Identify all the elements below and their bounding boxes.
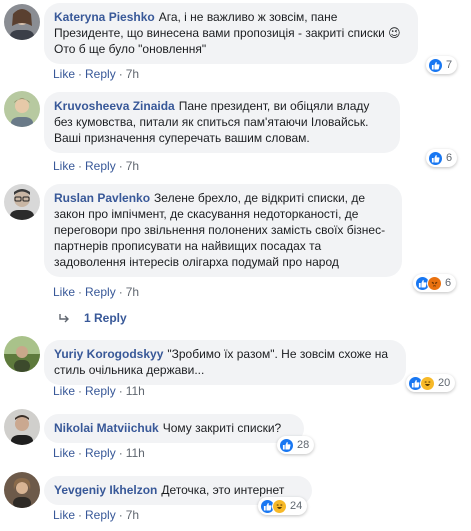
avatar[interactable] [4, 91, 40, 127]
reply-button[interactable]: Reply [85, 384, 116, 398]
reaction-count: 20 [438, 377, 451, 389]
comment-author[interactable]: Kruvosheeva Zinaida [54, 99, 175, 113]
comment-bubble: Nikolai Matviichuk Чому закриті списки? [44, 414, 304, 443]
reaction-count: 28 [297, 439, 310, 451]
reaction-count: 24 [290, 500, 303, 512]
avatar[interactable] [4, 409, 40, 445]
reaction-summary[interactable]: 6 [426, 149, 458, 167]
comment-actions: Like · Reply · 7h [53, 508, 140, 522]
comment-text: Деточка, это интернет [161, 483, 285, 497]
like-button[interactable]: Like [53, 159, 75, 173]
like-button[interactable]: Like [53, 384, 75, 398]
reaction-summary[interactable]: 20 [406, 374, 456, 392]
comment-author[interactable]: Nikolai Matviichuk [54, 421, 159, 435]
comment-author[interactable]: Yuriy Korogodskyy [54, 347, 163, 361]
reaction-summary[interactable]: 7 [426, 56, 458, 74]
reply-button[interactable]: Reply [85, 508, 116, 522]
reaction-count: 6 [445, 277, 452, 289]
like-button[interactable]: Like [53, 67, 75, 81]
comment-actions: Like · Reply · 11h [53, 384, 145, 398]
reaction-summary[interactable]: 28 [277, 436, 315, 454]
reply-button[interactable]: Reply [85, 67, 116, 81]
comment-actions: Like · Reply · 7h [53, 159, 140, 173]
comment-bubble: Ruslan Pavlenko Зелене брехло, де відкрит… [44, 184, 402, 277]
comment-bubble: Kateryna Pieshko Ага, і не важливо ж зовс… [44, 3, 418, 64]
like-button[interactable]: Like [53, 285, 75, 299]
comment-text: Чому закриті списки? [162, 421, 282, 435]
comment-actions: Like · Reply · 11h [53, 446, 145, 460]
comment-author[interactable]: Yevgeniy Ikhelzon [54, 483, 157, 497]
thumbs-up-icon [279, 437, 294, 453]
avatar[interactable] [4, 472, 40, 508]
reaction-count: 6 [446, 152, 453, 164]
like-button[interactable]: Like [53, 508, 75, 522]
reply-arrow-icon [59, 314, 69, 323]
reply-button[interactable]: Reply [85, 159, 116, 173]
avatar[interactable] [4, 4, 40, 40]
comment-actions: Like · Reply · 7h [53, 285, 140, 299]
angry-face-icon [427, 275, 442, 291]
replies-count-label: 1 Reply [84, 311, 127, 325]
comment-bubble: Kruvosheeva Zinaida Пане президент, ви об… [44, 92, 400, 153]
avatar[interactable] [4, 184, 40, 220]
comment-timestamp[interactable]: 7h [126, 159, 139, 173]
laughing-face-icon [272, 498, 287, 514]
comment-author[interactable]: Kateryna Pieshko [54, 10, 155, 24]
avatar[interactable] [4, 336, 40, 372]
comment-timestamp[interactable]: 7h [126, 508, 139, 522]
comment-timestamp[interactable]: 11h [126, 446, 145, 460]
reaction-summary[interactable]: 6 [413, 274, 457, 292]
like-button[interactable]: Like [53, 446, 75, 460]
comment-author[interactable]: Ruslan Pavlenko [54, 191, 150, 205]
reply-button[interactable]: Reply [85, 285, 116, 299]
laughing-face-icon [420, 375, 435, 391]
thumbs-up-icon [428, 150, 443, 166]
comment-timestamp[interactable]: 7h [126, 285, 139, 299]
reply-button[interactable]: Reply [85, 446, 116, 460]
comment-bubble: Yuriy Korogodskyy "Зробимо їх разом". Не … [44, 340, 406, 385]
comment-actions: Like · Reply · 7h [53, 67, 140, 81]
comment-timestamp[interactable]: 7h [126, 67, 139, 81]
reaction-count: 7 [446, 59, 453, 71]
view-replies-link[interactable]: 1 Reply [58, 310, 127, 326]
reaction-summary[interactable]: 24 [258, 497, 308, 515]
thumbs-up-icon [428, 57, 443, 73]
comment-timestamp[interactable]: 11h [126, 384, 145, 398]
